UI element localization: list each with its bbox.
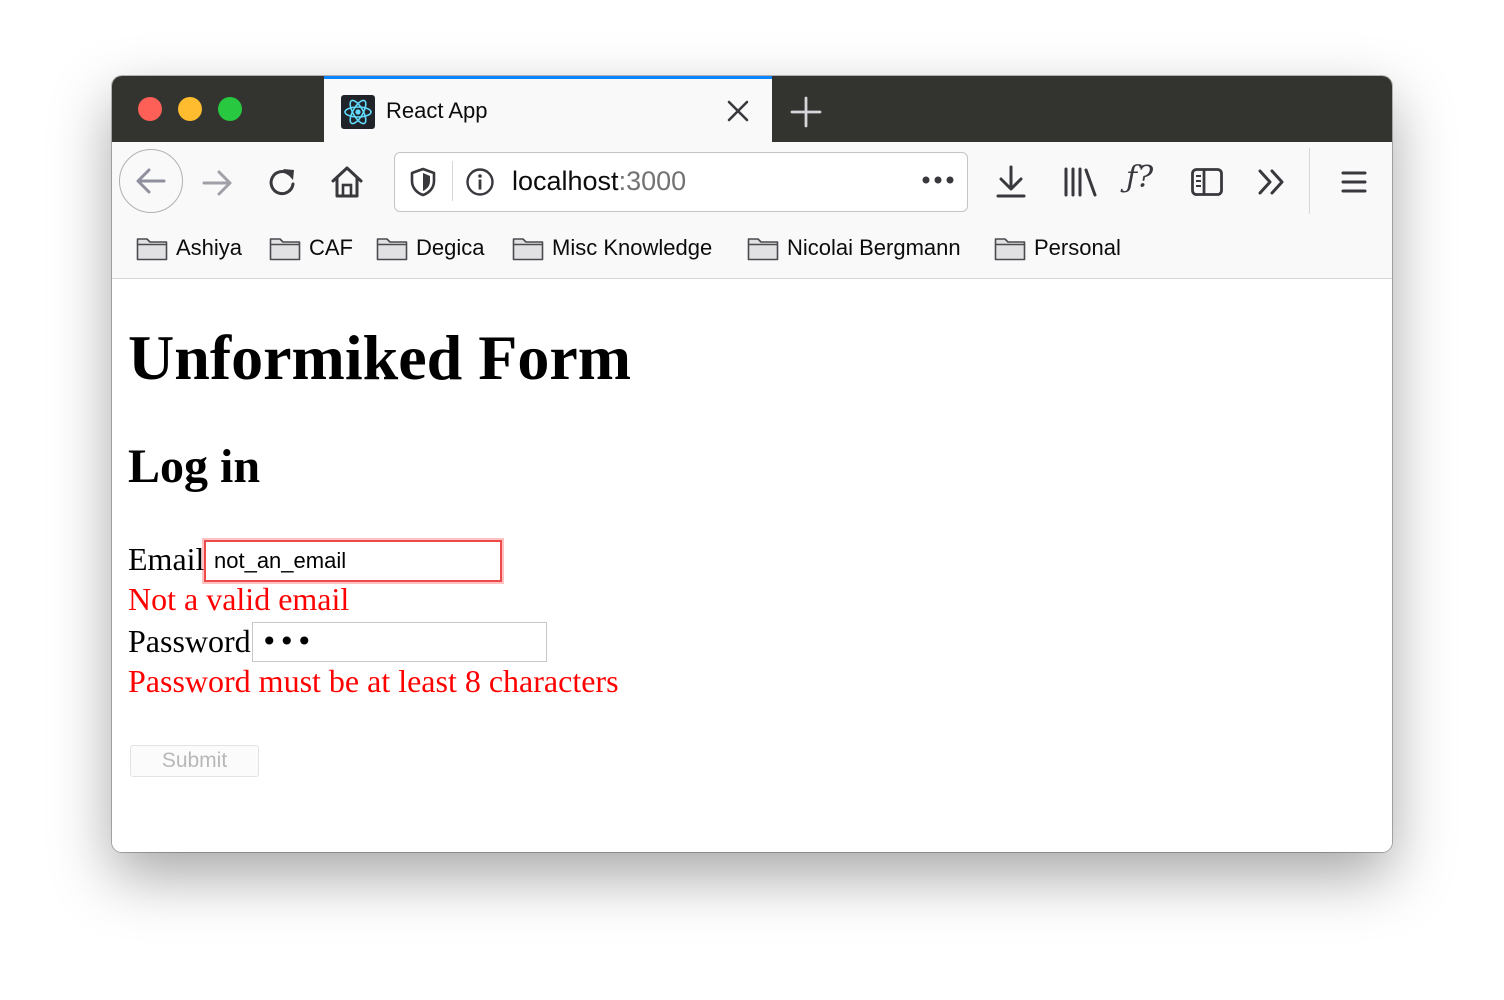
maximize-window-button[interactable] xyxy=(218,97,242,121)
submit-button[interactable]: Submit xyxy=(130,745,259,777)
folder-icon xyxy=(136,238,168,261)
new-tab-icon[interactable] xyxy=(788,94,824,130)
close-window-button[interactable] xyxy=(138,97,162,121)
bookmark-label: Degica xyxy=(416,235,485,260)
sidebar-icon[interactable] xyxy=(1190,166,1224,198)
page-content: Unformiked Form Log in Email Not a valid… xyxy=(112,279,1392,852)
bookmark-label: Misc Knowledge xyxy=(552,235,713,260)
bookmark-folder-ashiya[interactable]: Ashiya xyxy=(136,232,242,264)
bookmark-label: Personal xyxy=(1034,235,1121,260)
password-label: Password xyxy=(128,623,251,659)
info-icon[interactable] xyxy=(465,167,495,197)
form-heading: Log in xyxy=(128,440,261,493)
back-icon xyxy=(136,168,166,194)
email-field[interactable] xyxy=(204,540,502,582)
url-text[interactable]: localhost:3000 xyxy=(512,166,686,197)
folder-icon xyxy=(512,238,544,261)
folder-icon xyxy=(994,238,1026,261)
library-icon[interactable] xyxy=(1062,166,1098,198)
bookmarks-toolbar: Ashiya CAF Degica Misc Knowledge Nicolai… xyxy=(112,222,1392,279)
bookmark-label: CAF xyxy=(309,235,353,260)
navigation-toolbar: localhost:3000 ƒ? xyxy=(112,142,1392,222)
bookmark-folder-personal[interactable]: Personal xyxy=(994,232,1121,264)
browser-window: React App localhost:3000 ƒ? Ashiya CAF D… xyxy=(112,76,1392,852)
password-field[interactable]: ••• xyxy=(252,622,547,662)
tab-strip: React App xyxy=(112,76,1392,142)
function-icon[interactable]: ƒ? xyxy=(1126,160,1153,195)
bookmark-label: Nicolai Bergmann xyxy=(787,235,961,260)
close-tab-icon[interactable] xyxy=(724,97,752,125)
email-label: Email xyxy=(128,541,205,577)
reload-icon[interactable] xyxy=(266,166,300,200)
toolbar-separator xyxy=(1309,148,1310,214)
url-divider xyxy=(452,161,453,201)
email-error: Not a valid email xyxy=(128,581,350,617)
url-port: :3000 xyxy=(618,166,687,196)
folder-icon xyxy=(747,238,779,261)
react-logo-icon xyxy=(341,95,375,129)
folder-icon xyxy=(376,238,408,261)
menu-icon[interactable] xyxy=(1340,168,1368,196)
bookmark-folder-nicolai-bergmann[interactable]: Nicolai Bergmann xyxy=(747,232,961,264)
password-masked-value: ••• xyxy=(261,625,314,658)
bookmark-folder-degica[interactable]: Degica xyxy=(376,232,484,264)
password-error: Password must be at least 8 characters xyxy=(128,663,619,699)
tab-title: React App xyxy=(386,98,488,123)
forward-icon[interactable] xyxy=(200,166,234,200)
folder-icon xyxy=(269,238,301,261)
minimize-window-button[interactable] xyxy=(178,97,202,121)
overflow-icon[interactable] xyxy=(1256,166,1288,198)
download-icon[interactable] xyxy=(994,164,1028,200)
bookmark-folder-misc-knowledge[interactable]: Misc Knowledge xyxy=(512,232,712,264)
page-title: Unformiked Form xyxy=(128,322,632,393)
page-actions-icon[interactable] xyxy=(921,175,955,185)
shield-icon[interactable] xyxy=(409,167,437,197)
url-host: localhost xyxy=(512,166,619,196)
home-icon[interactable] xyxy=(330,164,364,200)
back-button[interactable] xyxy=(119,149,183,213)
url-bar[interactable]: localhost:3000 xyxy=(394,152,968,212)
tab-react-app[interactable]: React App xyxy=(324,76,772,142)
bookmark-label: Ashiya xyxy=(176,235,243,260)
bookmark-folder-caf[interactable]: CAF xyxy=(269,232,353,264)
